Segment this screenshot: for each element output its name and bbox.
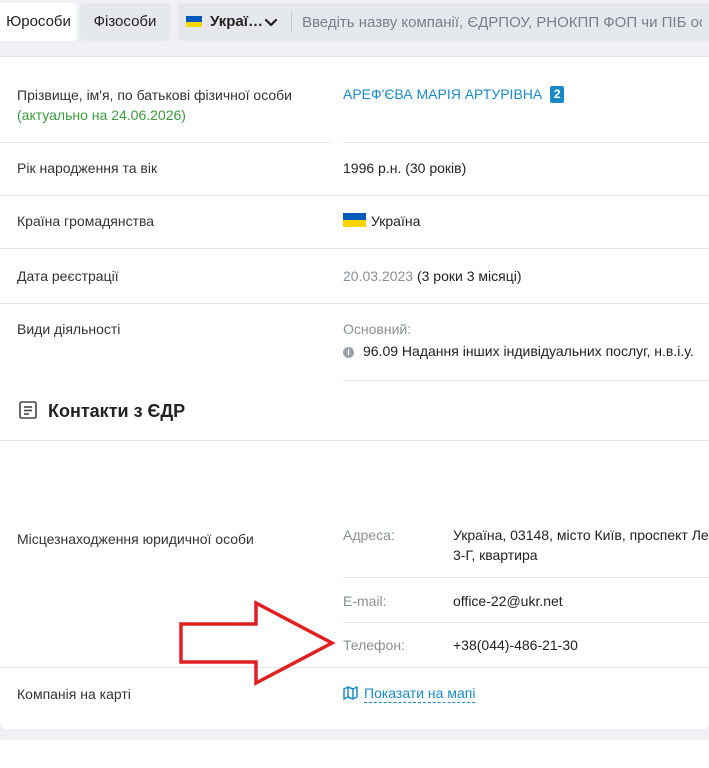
birth-label: Рік народження та вік (17, 160, 158, 176)
birth-value: 1996 р.н. (30 років) (343, 160, 467, 176)
row-divider (343, 380, 709, 381)
tab-individuals[interactable]: Фізособи (80, 3, 170, 41)
row-divider (0, 667, 709, 668)
row-divider (343, 142, 709, 143)
row-divider (343, 577, 709, 578)
map-icon (343, 686, 358, 700)
email-link[interactable]: office-22@ukr.net (453, 591, 563, 611)
show-on-map-link[interactable]: Показати на мапі (343, 683, 476, 703)
search-divider (291, 12, 292, 32)
search-box: Украї… (178, 3, 709, 41)
contacts-section-title: Контакти з ЄДР (18, 398, 185, 424)
country-select[interactable]: Украї… (178, 3, 290, 41)
country-select-value: Украї… (210, 13, 263, 30)
top-search-bar: Юрособи Фізособи Украї… (0, 0, 709, 46)
phone-label: Телефон: (343, 637, 405, 653)
map-label: Компанія на карті (17, 686, 131, 702)
person-name-value: АРЕФ'ЄВА МАРІЯ АРТУРІВНА 2 (343, 84, 565, 104)
registration-date: 20.03.2023 (343, 268, 414, 284)
tab-legal-entities[interactable]: Юрособи (0, 3, 77, 41)
bottom-strip (0, 740, 709, 768)
phone-value: +38(044)-486-21-30 (453, 637, 578, 653)
document-icon (19, 401, 37, 419)
activity-main-value: i 96.09 Надання інших індивідуальних посл… (343, 341, 694, 361)
chevron-down-icon (264, 18, 278, 27)
activity-label: Види діяльності (17, 321, 121, 337)
address-line-1: Україна, 03148, місто Київ, проспект Ле (453, 527, 709, 543)
citizenship-label: Країна громадянства (17, 213, 155, 229)
citizenship-value: Україна (343, 211, 420, 231)
person-name-link[interactable]: АРЕФ'ЄВА МАРІЯ АРТУРІВНА (343, 86, 542, 102)
person-name-label: Прізвище, ім'я, по батькові фізичної осо… (17, 87, 293, 123)
email-label: E-mail: (343, 593, 387, 609)
info-icon[interactable]: i (343, 347, 354, 358)
ukraine-flag-icon (343, 213, 366, 227)
actual-date-note: (актуально на 24.06.2026) (17, 107, 186, 123)
row-divider (0, 440, 709, 441)
address-line-2: 3-Г, квартира (453, 547, 538, 563)
search-input[interactable] (302, 3, 702, 41)
address-label: Адреса: (343, 527, 395, 543)
row-divider (0, 195, 709, 196)
row-divider (343, 622, 709, 623)
registration-duration: (3 роки 3 місяці) (416, 268, 522, 284)
ukraine-flag-icon (186, 16, 202, 27)
activity-main-label: Основний: (343, 321, 412, 337)
row-divider (0, 303, 709, 304)
red-arrow-annotation (179, 600, 336, 686)
registration-label: Дата реєстрації (17, 268, 119, 284)
row-divider (0, 248, 709, 249)
registration-value: 20.03.2023 (3 роки 3 місяці) (343, 266, 522, 286)
details-card: Прізвище, ім'я, по батькові фізичної осо… (0, 56, 709, 729)
row-divider (0, 142, 330, 143)
location-label: Місцезнаходження юридичної особи (17, 531, 254, 547)
person-count-badge[interactable]: 2 (550, 86, 565, 103)
